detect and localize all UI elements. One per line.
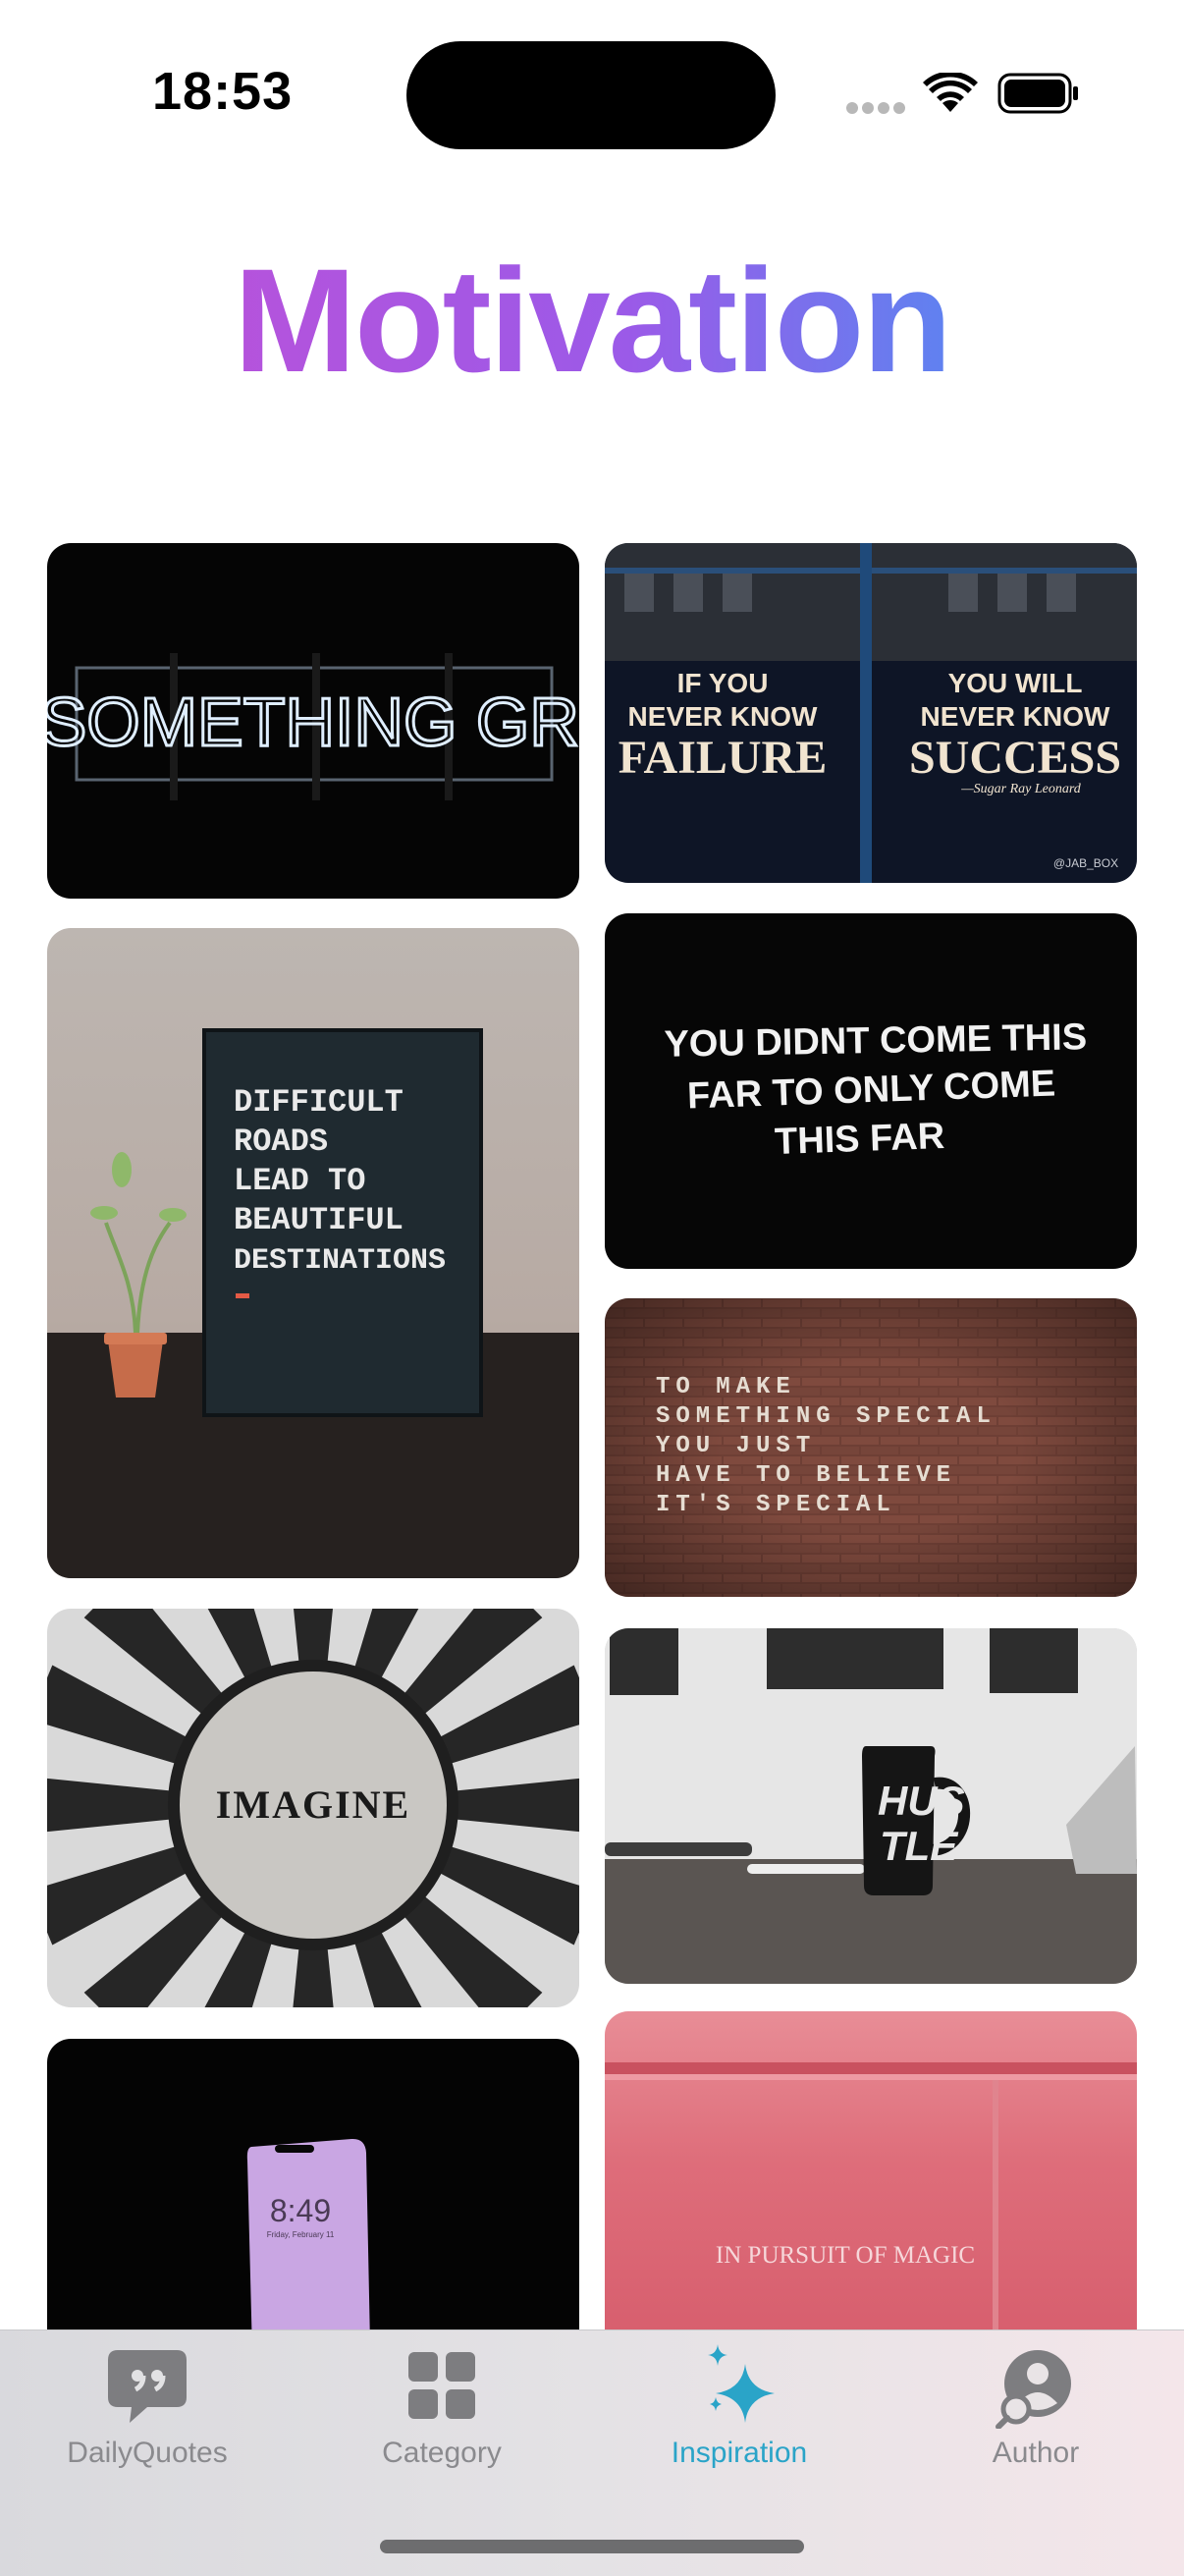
status-time: 18:53 xyxy=(152,62,294,121)
cellular-signal-icon xyxy=(846,102,907,116)
svg-text:HAVE TO BELIEVE: HAVE TO BELIEVE xyxy=(656,1462,956,1489)
status-bar: 18:53 xyxy=(0,0,1184,187)
svg-text:SUCCESS: SUCCESS xyxy=(909,732,1121,784)
svg-text:FAILURE: FAILURE xyxy=(619,732,827,784)
svg-text:YOU JUST: YOU JUST xyxy=(656,1433,816,1459)
window-quote-image: IF YOU NEVER KNOW FAILURE YOU WILL NEVER… xyxy=(605,543,1137,883)
sparkles-icon xyxy=(708,2344,775,2423)
svg-text:LEAD TO: LEAD TO xyxy=(234,1163,365,1199)
svg-text:8:49: 8:49 xyxy=(270,2193,331,2228)
svg-text:IMAGINE: IMAGINE xyxy=(216,1782,410,1827)
gallery-card-mug[interactable]: HUS TLE xyxy=(605,1628,1137,1984)
person-search-icon xyxy=(996,2350,1071,2429)
tab-category[interactable]: Category xyxy=(295,2330,589,2527)
mosaic-image: IMAGINE xyxy=(47,1609,579,2007)
svg-text:THIS FAR: THIS FAR xyxy=(774,1116,944,1163)
svg-text:IN PURSUIT OF MAGIC: IN PURSUIT OF MAGIC xyxy=(716,2242,975,2269)
tab-label-author: Author xyxy=(992,2437,1080,2469)
svg-text:SOMETHING SPECIAL: SOMETHING SPECIAL xyxy=(656,1403,996,1430)
svg-text:YOU WILL: YOU WILL xyxy=(948,668,1083,698)
svg-text:HUS: HUS xyxy=(878,1778,965,1824)
wifi-icon xyxy=(923,73,978,112)
black-quote-image: YOU DIDNT COME THIS FAR TO ONLY COME THI… xyxy=(605,913,1137,1269)
gallery-card-brick[interactable]: TO MAKE SOMETHING SPECIAL YOU JUST HAVE … xyxy=(605,1298,1137,1597)
tab-label-inspiration: Inspiration xyxy=(671,2437,808,2469)
neon-sign-image: DO SOMETHING GREAT xyxy=(47,543,579,899)
svg-text:BEAUTIFUL: BEAUTIFUL xyxy=(234,1202,404,1238)
quote-bubble-icon xyxy=(108,2350,187,2423)
brick-wall-image: TO MAKE SOMETHING SPECIAL YOU JUST HAVE … xyxy=(605,1298,1137,1597)
gallery-card-letterboard[interactable]: DIFFICULT ROADS LEAD TO BEAUTIFUL DESTIN… xyxy=(47,928,579,1578)
tab-author[interactable]: Author xyxy=(888,2330,1183,2527)
svg-text:IF YOU: IF YOU xyxy=(677,668,769,698)
neon-sign-text: DO SOMETHING GREAT xyxy=(47,684,579,760)
gallery-card-neon[interactable]: DO SOMETHING GREAT xyxy=(47,543,579,899)
svg-text:YOU DIDNT COME THIS: YOU DIDNT COME THIS xyxy=(664,1016,1087,1066)
svg-text:@JAB_BOX: @JAB_BOX xyxy=(1053,856,1118,870)
svg-text:TLE: TLE xyxy=(880,1823,959,1869)
gallery-card-mosaic[interactable]: IMAGINE xyxy=(47,1609,579,2007)
gallery-card-black-quote[interactable]: YOU DIDNT COME THIS FAR TO ONLY COME THI… xyxy=(605,913,1137,1269)
battery-icon xyxy=(997,73,1078,114)
svg-text:ROADS: ROADS xyxy=(234,1124,328,1160)
svg-text:DESTINATIONS: DESTINATIONS xyxy=(234,1244,446,1278)
gallery-card-window[interactable]: IF YOU NEVER KNOW FAILURE YOU WILL NEVER… xyxy=(605,543,1137,883)
dynamic-island xyxy=(406,41,776,149)
tab-dailyquotes[interactable]: DailyQuotes xyxy=(0,2330,295,2527)
tab-inspiration[interactable]: Inspiration xyxy=(592,2330,887,2527)
grid-icon xyxy=(408,2352,475,2419)
tab-label-category: Category xyxy=(382,2437,502,2469)
mug-image: HUS TLE xyxy=(605,1628,1137,1984)
svg-text:NEVER KNOW: NEVER KNOW xyxy=(628,701,818,732)
svg-text:NEVER KNOW: NEVER KNOW xyxy=(921,701,1110,732)
tab-label-dailyquotes: DailyQuotes xyxy=(67,2437,228,2469)
home-indicator[interactable] xyxy=(380,2540,804,2553)
letterboard-image: DIFFICULT ROADS LEAD TO BEAUTIFUL DESTIN… xyxy=(47,928,579,1578)
svg-text:Friday, February 11: Friday, February 11 xyxy=(267,2230,335,2239)
svg-text:—Sugar Ray Leonard: —Sugar Ray Leonard xyxy=(960,782,1082,796)
svg-text:DIFFICULT: DIFFICULT xyxy=(234,1084,404,1121)
page-title: Motivation xyxy=(234,238,952,403)
svg-text:TO MAKE: TO MAKE xyxy=(656,1374,796,1400)
svg-text:IT'S SPECIAL: IT'S SPECIAL xyxy=(656,1492,896,1518)
